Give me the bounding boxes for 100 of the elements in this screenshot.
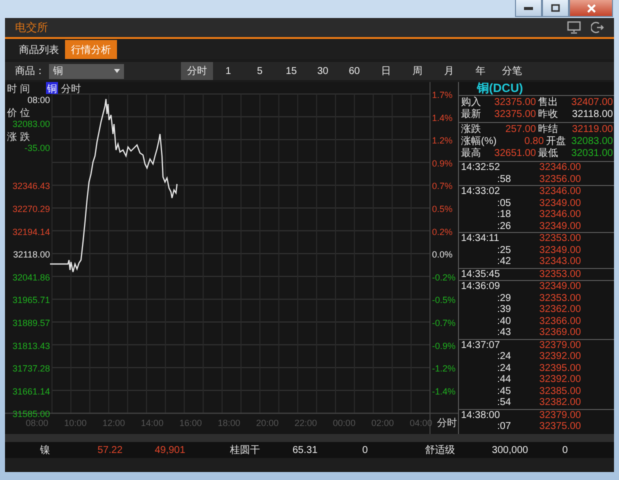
tick-price: 32385.00 bbox=[538, 386, 581, 397]
maximize-icon bbox=[551, 4, 560, 12]
tick-price: 32346.00 bbox=[538, 162, 581, 174]
tab[interactable]: 商品列表 bbox=[13, 40, 65, 59]
tick-time: 14:36:09 bbox=[461, 281, 501, 292]
quote-value: 32375.00 bbox=[493, 97, 536, 109]
quote-value: 257.00 bbox=[504, 124, 536, 136]
maximize-button[interactable] bbox=[542, 0, 569, 17]
tick-time: :25 bbox=[496, 244, 511, 256]
quote-label: 昨结 bbox=[538, 124, 558, 136]
percent-axis-label: 0.5% bbox=[432, 204, 453, 214]
quote-title: 铜(DCU) bbox=[476, 82, 524, 95]
period-tab[interactable]: 1 bbox=[212, 62, 244, 80]
percent-axis-label: 1.7% bbox=[432, 90, 453, 100]
tick-price: 32353.00 bbox=[538, 233, 581, 244]
period-tab[interactable]: 30 bbox=[307, 62, 338, 80]
tick-time: 14:38:00 bbox=[461, 410, 501, 421]
quote-label: 开盘 bbox=[546, 136, 566, 148]
tick-time: :58 bbox=[496, 174, 511, 185]
tick-time: :54 bbox=[496, 397, 511, 408]
tick-time: :45 bbox=[496, 386, 511, 397]
quote-label: 最高 bbox=[461, 148, 481, 160]
table-cell-text: 57.22 bbox=[96, 444, 124, 456]
tick-time: :43 bbox=[496, 327, 511, 338]
app-title: 电交所 bbox=[15, 20, 49, 35]
tick-price: 32379.00 bbox=[538, 340, 581, 351]
percent-axis-label: -1.2% bbox=[432, 364, 456, 374]
tick-price: 32346.00 bbox=[538, 209, 581, 220]
quote-value: 0.80 bbox=[523, 136, 544, 148]
period-tab[interactable]: 60 bbox=[338, 62, 370, 80]
time-axis-label: 22:00 bbox=[294, 418, 318, 428]
tick-price: 32362.00 bbox=[538, 304, 581, 316]
period-tab[interactable]: 15 bbox=[276, 62, 307, 80]
tick-price: 32349.00 bbox=[538, 198, 581, 209]
price-axis-label: 31585.00 bbox=[12, 409, 50, 420]
quote-label: 最新 bbox=[461, 109, 481, 121]
info-label: 价 位 bbox=[7, 108, 30, 119]
period-tab[interactable]: 周 bbox=[402, 62, 433, 80]
period-tab[interactable]: 日 bbox=[370, 62, 402, 80]
percent-axis-label: 0.2% bbox=[432, 226, 453, 237]
price-axis-label: 31889.57 bbox=[12, 318, 50, 328]
tick-time: :40 bbox=[496, 316, 511, 327]
tick-price: 32369.00 bbox=[538, 327, 581, 338]
quote-value: 32651.00 bbox=[493, 148, 536, 160]
percent-axis-label: -0.7% bbox=[432, 318, 456, 328]
legend-badge: 铜 bbox=[46, 82, 58, 95]
time-axis-label: 00:00 bbox=[332, 418, 356, 428]
tick-time: :29 bbox=[496, 292, 511, 304]
table-cell-text: 镍 bbox=[39, 444, 51, 457]
percent-axis-label: -0.2% bbox=[432, 272, 456, 282]
tick-time: 14:33:02 bbox=[461, 186, 501, 198]
price-axis-label: 31813.43 bbox=[12, 340, 50, 351]
tick-price: 32366.00 bbox=[538, 316, 581, 327]
table-cell-text: 300,000 bbox=[490, 444, 530, 456]
tick-time: :44 bbox=[496, 374, 511, 386]
tick-price: 32353.00 bbox=[538, 268, 581, 280]
time-axis-label: 16:00 bbox=[179, 418, 202, 428]
tick-price: 32349.00 bbox=[538, 281, 581, 292]
quote-label: 涨跌 bbox=[461, 124, 481, 136]
quote-label: 涨幅(%) bbox=[461, 136, 497, 148]
table-cell-text: 舒适级 bbox=[424, 444, 456, 457]
product-label: 商品： bbox=[14, 64, 46, 78]
tick-price: 32356.00 bbox=[538, 174, 581, 185]
price-axis-label: 31661.14 bbox=[12, 386, 50, 396]
quote-value: 32031.00 bbox=[570, 148, 613, 160]
close-button[interactable] bbox=[569, 0, 613, 17]
product-dropdown[interactable]: 铜 bbox=[49, 64, 124, 78]
percent-axis-label: 1.2% bbox=[432, 136, 453, 146]
time-axis-label: 12:00 bbox=[102, 418, 126, 428]
minimize-button[interactable] bbox=[515, 0, 542, 17]
logout-icon[interactable] bbox=[591, 21, 604, 34]
info-value: 08:00 bbox=[27, 95, 50, 105]
tick-time: :07 bbox=[496, 421, 511, 432]
quote-value: 32083.00 bbox=[570, 136, 613, 148]
tick-price: 32353.00 bbox=[538, 292, 581, 304]
time-axis-label: 20:00 bbox=[256, 418, 279, 428]
period-tab[interactable]: 分笔 bbox=[496, 62, 528, 80]
period-tab[interactable]: 5 bbox=[244, 62, 276, 80]
tick-price: 32392.00 bbox=[538, 351, 581, 362]
period-tab[interactable]: 年 bbox=[464, 62, 496, 80]
quote-value: 32118.00 bbox=[571, 109, 613, 121]
percent-axis-label: 1.4% bbox=[432, 112, 453, 123]
tick-time: 14:34:11 bbox=[461, 233, 500, 244]
tick-time: 14:32:52 bbox=[461, 162, 501, 174]
tick-time: :24 bbox=[496, 362, 511, 374]
table-cell-text: 桂圆干 bbox=[229, 444, 261, 457]
period-tab[interactable]: 分时 bbox=[181, 62, 212, 80]
tick-time: :26 bbox=[496, 220, 511, 232]
quote-value: 32407.00 bbox=[570, 97, 613, 109]
percent-axis-label: -1.4% bbox=[432, 386, 456, 396]
quote-label: 购入 bbox=[461, 97, 481, 108]
tick-time: :39 bbox=[496, 304, 511, 316]
time-axis-label: 14:00 bbox=[140, 418, 164, 428]
tick-time: :18 bbox=[496, 209, 511, 220]
monitor-icon[interactable] bbox=[567, 21, 581, 34]
price-axis-label: 32118.00 bbox=[13, 250, 50, 260]
price-axis-label: 32194.14 bbox=[12, 226, 50, 237]
time-axis-label: 10:00 bbox=[64, 418, 87, 428]
tick-price: 32379.00 bbox=[538, 410, 581, 421]
period-tab[interactable]: 月 bbox=[433, 62, 464, 80]
